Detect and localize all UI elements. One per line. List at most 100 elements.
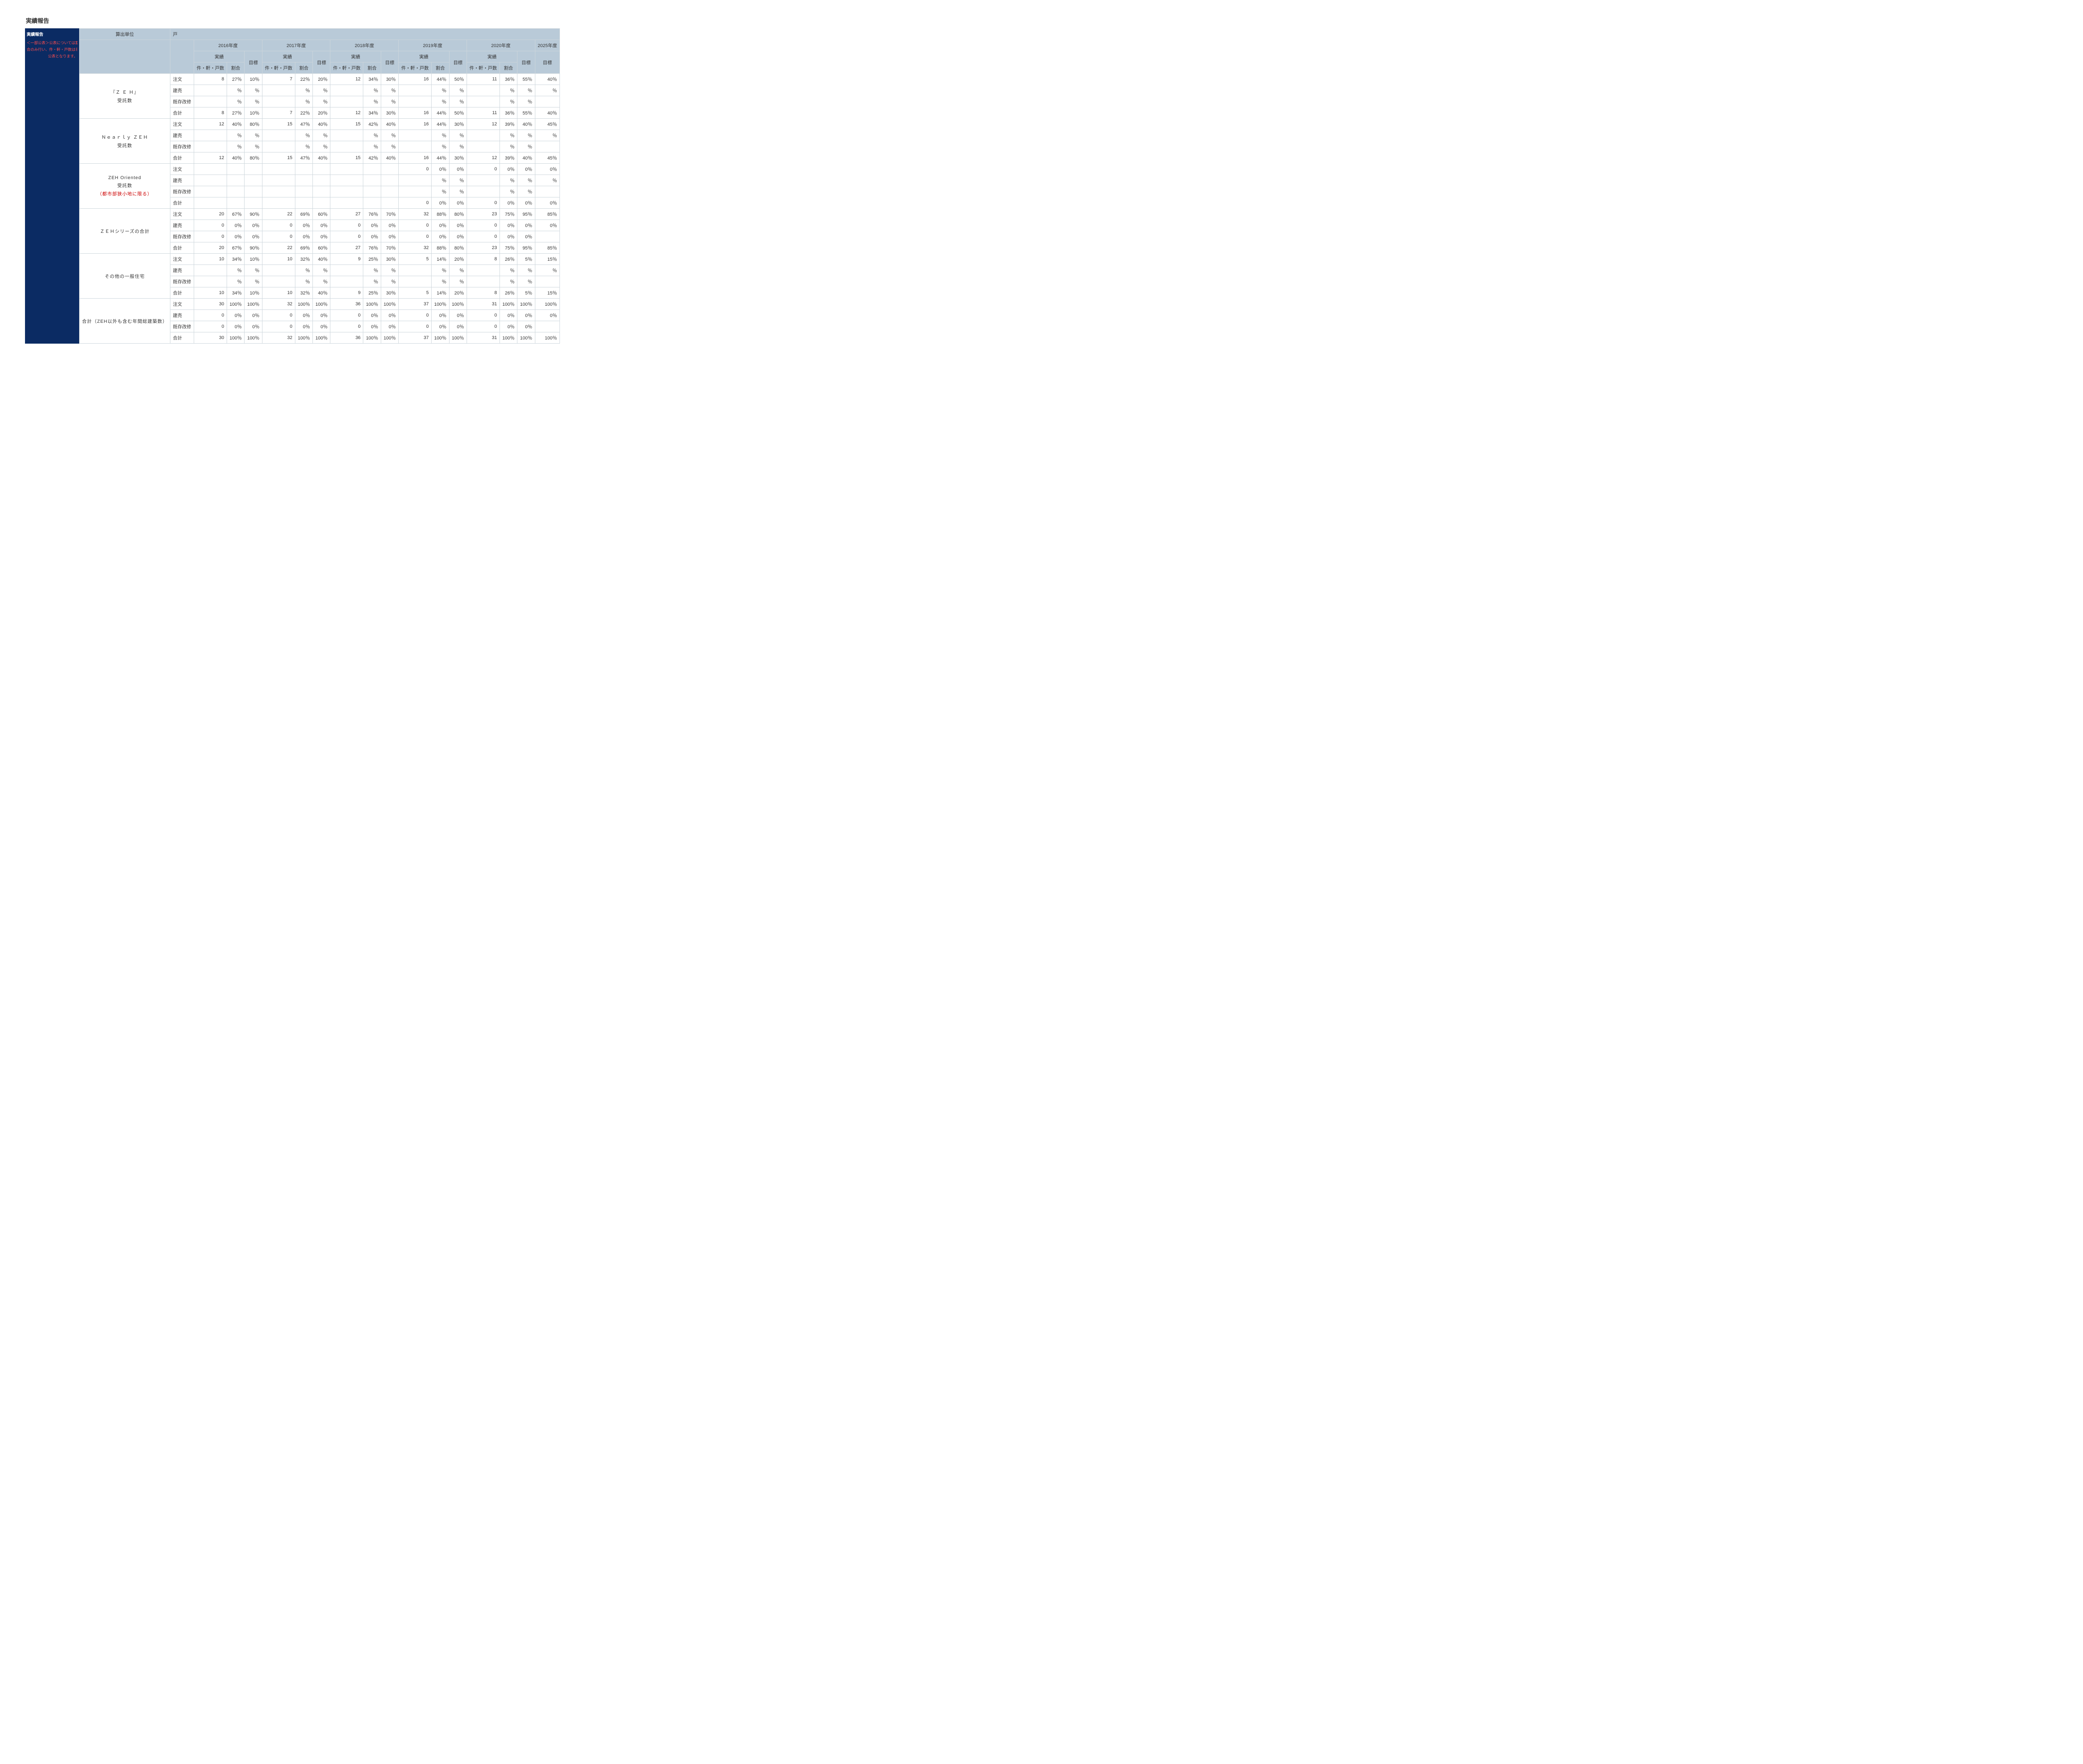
ratio-cell: 0％ (363, 231, 381, 242)
ratio-cell: 100％ (500, 299, 517, 310)
ratio-cell: 88％ (432, 242, 449, 254)
ratio-cell: ％ (227, 96, 245, 107)
target-cell: ％ (517, 276, 535, 287)
target-cell: ％ (449, 130, 467, 141)
target-cell: 85％ (535, 209, 559, 220)
count-cell (467, 175, 500, 186)
target-2025: 目標 (535, 51, 559, 74)
year-2017: 2017年度 (262, 40, 330, 51)
count-cell: 0 (194, 321, 227, 332)
target-cell: 80％ (449, 209, 467, 220)
target-cell: 0％ (449, 220, 467, 231)
target-cell: ％ (313, 85, 330, 96)
ratio-cell: ％ (500, 96, 517, 107)
count-cell: 27 (330, 209, 363, 220)
target-cell (313, 197, 330, 209)
count-cell: 12 (194, 119, 227, 130)
type-cell: 合計 (170, 332, 194, 344)
count-cell: 10 (262, 254, 295, 265)
count-cell (330, 186, 363, 197)
count-cell (399, 85, 432, 96)
count-cell (399, 175, 432, 186)
ratio-cell: ％ (363, 265, 381, 276)
ratio-cell: ％ (363, 96, 381, 107)
ratio-cell: ％ (432, 186, 449, 197)
target-2020: 目標 (517, 51, 535, 74)
count-cell: 0 (467, 220, 500, 231)
target-cell: 100％ (245, 299, 262, 310)
target-cell: 95％ (517, 242, 535, 254)
ratio-cell (363, 197, 381, 209)
target-cell (535, 276, 559, 287)
ratio-cell: 0％ (363, 220, 381, 231)
target-cell: 40％ (517, 152, 535, 164)
target-cell: 0％ (535, 164, 559, 175)
target-cell: 20％ (313, 107, 330, 119)
count-cell: 0 (399, 164, 432, 175)
target-cell: 0％ (449, 231, 467, 242)
type-cell: 合計 (170, 197, 194, 209)
target-cell: 90％ (245, 209, 262, 220)
ratio-col-2018: 割合 (363, 62, 381, 74)
count-cell (194, 96, 227, 107)
target-cell: ％ (517, 186, 535, 197)
count-cell (262, 130, 295, 141)
ratio-cell: ％ (363, 141, 381, 152)
count-cell: 0 (467, 321, 500, 332)
count-col-2018: 件・軒・戸数 (330, 62, 363, 74)
target-cell: 100％ (381, 332, 398, 344)
count-cell: 9 (330, 254, 363, 265)
target-cell: 85％ (535, 242, 559, 254)
ratio-cell: 0％ (432, 197, 449, 209)
ratio-cell: ％ (432, 276, 449, 287)
count-cell: 10 (194, 254, 227, 265)
target-cell: 100％ (245, 332, 262, 344)
target-cell: 20％ (313, 74, 330, 85)
count-cell: 15 (330, 119, 363, 130)
year-header-row: 2016年度 2017年度 2018年度 2019年度 2020年度 2025年… (80, 40, 560, 51)
count-cell (330, 130, 363, 141)
ratio-cell: 34％ (363, 74, 381, 85)
ratio-cell: 76％ (363, 242, 381, 254)
count-cell: 32 (262, 332, 295, 344)
target-cell: 30％ (381, 74, 398, 85)
target-cell: 10％ (245, 107, 262, 119)
report-layout: 実績報告 ＜一部公表＞公表については割 合のみ行い、件・軒・戸数は非 公表となり… (25, 28, 2058, 344)
category-nearly: Ｎｅａｒｌｙ ＺＥＨ受託数 (80, 119, 170, 164)
ratio-cell: ％ (500, 85, 517, 96)
target-cell: 30％ (449, 152, 467, 164)
target-cell (313, 164, 330, 175)
sidebar-note-2: 合のみ行い、件・軒・戸数は非 (27, 46, 77, 53)
count-cell: 32 (399, 242, 432, 254)
year-2016: 2016年度 (194, 40, 262, 51)
ratio-cell: 44％ (432, 152, 449, 164)
target-cell: ％ (313, 265, 330, 276)
target-cell: ％ (381, 276, 398, 287)
count-cell (262, 85, 295, 96)
count-cell (467, 276, 500, 287)
count-cell: 0 (262, 310, 295, 321)
category-total: 合計（ZEH以外も含む年間総建築数） (80, 299, 170, 344)
target-cell: 40％ (381, 152, 398, 164)
target-cell: 0％ (245, 231, 262, 242)
ratio-cell: 25％ (363, 254, 381, 265)
ratio-cell: 100％ (363, 332, 381, 344)
count-cell: 11 (467, 107, 500, 119)
target-cell: 40％ (313, 287, 330, 299)
count-cell: 22 (262, 209, 295, 220)
target-cell: 10％ (245, 74, 262, 85)
target-cell: ％ (381, 130, 398, 141)
target-cell: 0％ (517, 220, 535, 231)
count-cell (194, 265, 227, 276)
target-cell: 30％ (381, 287, 398, 299)
ratio-cell: 25％ (363, 287, 381, 299)
target-cell (245, 164, 262, 175)
target-cell: ％ (245, 276, 262, 287)
ratio-cell: 0％ (295, 321, 312, 332)
count-cell: 0 (399, 197, 432, 209)
count-cell (262, 141, 295, 152)
category-oriented: ZEH Oriented受託数（都市部狭小地に限る） (80, 164, 170, 209)
target-cell: ％ (313, 141, 330, 152)
count-cell: 0 (262, 231, 295, 242)
sidebar-note-3: 公表となります。 (27, 53, 77, 60)
